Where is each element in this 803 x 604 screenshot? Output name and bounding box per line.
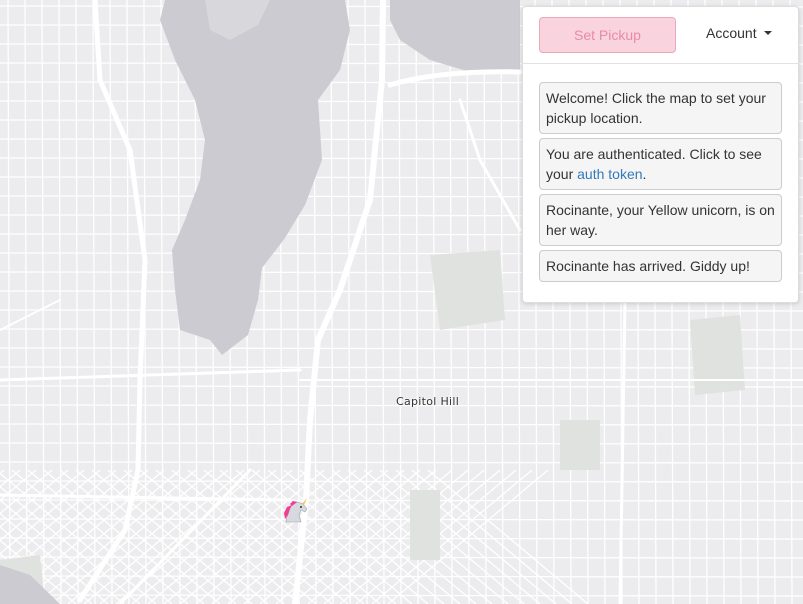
auth-token-link[interactable]: auth token (577, 166, 642, 182)
unicorn-icon[interactable] (281, 497, 309, 523)
message-welcome: Welcome! Click the map to set your picku… (539, 82, 782, 134)
control-panel: Set Pickup Account Welcome! Click the ma… (522, 6, 799, 303)
neighborhood-label: Capitol Hill (396, 395, 460, 408)
message-arrived: Rocinante has arrived. Giddy up! (539, 250, 782, 282)
account-label: Account (706, 25, 757, 41)
account-dropdown[interactable]: Account (706, 25, 772, 41)
auth-suffix: . (642, 166, 647, 182)
set-pickup-button[interactable]: Set Pickup (539, 17, 676, 53)
message-list: Welcome! Click the map to set your picku… (539, 82, 782, 286)
panel-toolbar: Set Pickup Account (523, 7, 798, 64)
message-on-way: Rocinante, your Yellow unicorn, is on he… (539, 194, 782, 246)
caret-down-icon (763, 31, 772, 35)
message-authenticated: You are authenticated. Click to see your… (539, 138, 782, 190)
